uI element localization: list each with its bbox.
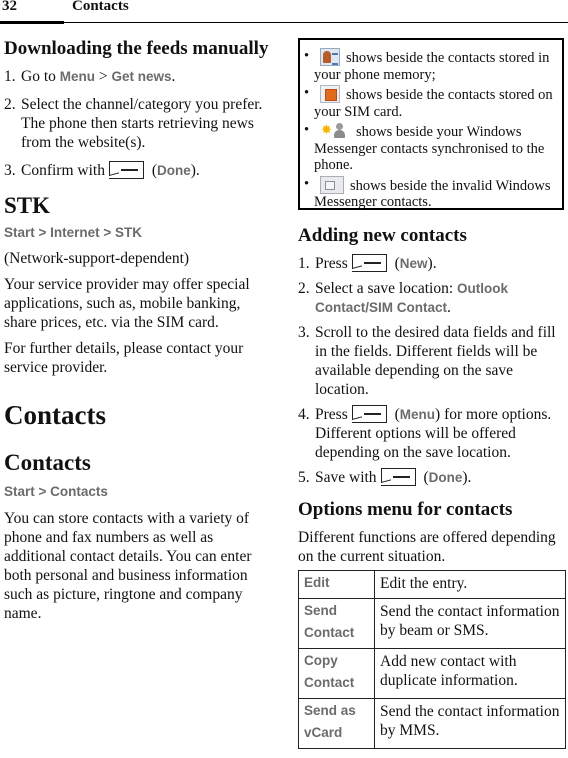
softkey-label-done: Done (157, 163, 191, 178)
adding-step-2: 2. Select a save location: Outlook Contac… (298, 280, 509, 316)
option-description: Add new contact with duplicate informati… (374, 648, 566, 699)
table-row: Send as vCard Send the contact informati… (298, 698, 566, 749)
stk-menu-path: Start > Internet > STK (4, 225, 143, 240)
download-steps: 1. Go to Menu > Get news. 2. Select the ch… (4, 67, 276, 180)
left-softkey-icon (380, 468, 416, 486)
contacts-menu-path: Start > Contacts (4, 484, 108, 499)
section-title-stk: STK (4, 193, 51, 218)
table-row: Copy Contact Add new contact with duplic… (298, 648, 566, 699)
adding-step-4: 4. Press (Menu) for more options. Differe… (298, 405, 552, 461)
phone-memory-contact-icon (320, 48, 340, 66)
option-name: Edit (298, 570, 375, 599)
adding-step-3: 3. Scroll to the desired data fields and … (298, 324, 556, 398)
option-description: Send the contact information by beam or … (374, 598, 566, 649)
download-step-1: 1. Go to Menu > Get news. (4, 68, 176, 85)
chapter-title-contacts: Contacts (4, 400, 106, 430)
adding-step-5: 5. Save with (Done). (298, 468, 472, 486)
download-step-2: 2. Select the channel/category you prefer… (4, 96, 263, 151)
contact-icon-legend-box: • shows beside the contacts stored in you… (298, 38, 564, 210)
table-row: Send Contact Send the contact informatio… (298, 598, 566, 649)
option-description: Edit the entry. (374, 570, 566, 599)
section-title-adding-contacts: Adding new contacts (298, 225, 467, 246)
header-accent-rule (0, 21, 64, 24)
section-title-contacts: Contacts (4, 450, 91, 475)
invalid-messenger-contact-icon (320, 175, 344, 194)
contacts-description: You can store contacts with a variety of… (4, 510, 252, 622)
download-step-3: 3. Confirm with (Done). (4, 161, 200, 179)
legend-item-messenger: • ✸ shows beside your Windows Messenger co… (304, 122, 545, 173)
running-chapter-title: Contacts (72, 0, 129, 14)
stk-further-details: For further details, please contact your… (4, 340, 244, 376)
right-softkey-icon (351, 405, 387, 423)
softkey-label-menu: Menu (399, 407, 436, 422)
option-name: Send as vCard (298, 698, 375, 749)
menu-path-get-news: Get news (111, 69, 172, 84)
left-softkey-icon (108, 161, 144, 179)
legend-item-invalid-messenger: • shows beside the invalid Windows Messen… (304, 175, 551, 210)
windows-messenger-contact-icon: ✸ (320, 122, 350, 140)
adding-steps: 1. Press (New). 2. Select a save location:… (298, 254, 566, 487)
option-description: Send the contact information by MMS. (374, 698, 566, 749)
section-title-options-menu: Options menu for contacts (298, 499, 513, 520)
option-name: Copy Contact (298, 648, 375, 699)
softkey-label-done: Done (428, 470, 463, 485)
adding-step-1: 1. Press (New). (298, 254, 437, 272)
page-header: 32 Contacts (0, 0, 568, 24)
options-table: Edit Edit the entry. Send Contact Send t… (298, 570, 566, 749)
legend-item-phone-memory: • shows beside the contacts stored in you… (304, 48, 550, 83)
options-intro: Different functions are offered dependin… (298, 529, 556, 565)
page-number: 32 (2, 0, 17, 14)
stk-note: (Network-support-dependent) (4, 250, 190, 267)
menu-path-menu: Menu (59, 69, 95, 84)
table-row: Edit Edit the entry. (298, 570, 566, 599)
stk-description: Your service provider may offer special … (4, 276, 250, 331)
legend-item-sim: • shows beside the contacts stored on you… (304, 85, 553, 120)
left-softkey-icon (351, 254, 387, 272)
option-name: Send Contact (298, 598, 375, 649)
sim-contact-icon (320, 85, 340, 103)
softkey-label-new: New (399, 256, 428, 271)
section-title-downloading-feeds: Downloading the feeds manually (4, 38, 269, 59)
